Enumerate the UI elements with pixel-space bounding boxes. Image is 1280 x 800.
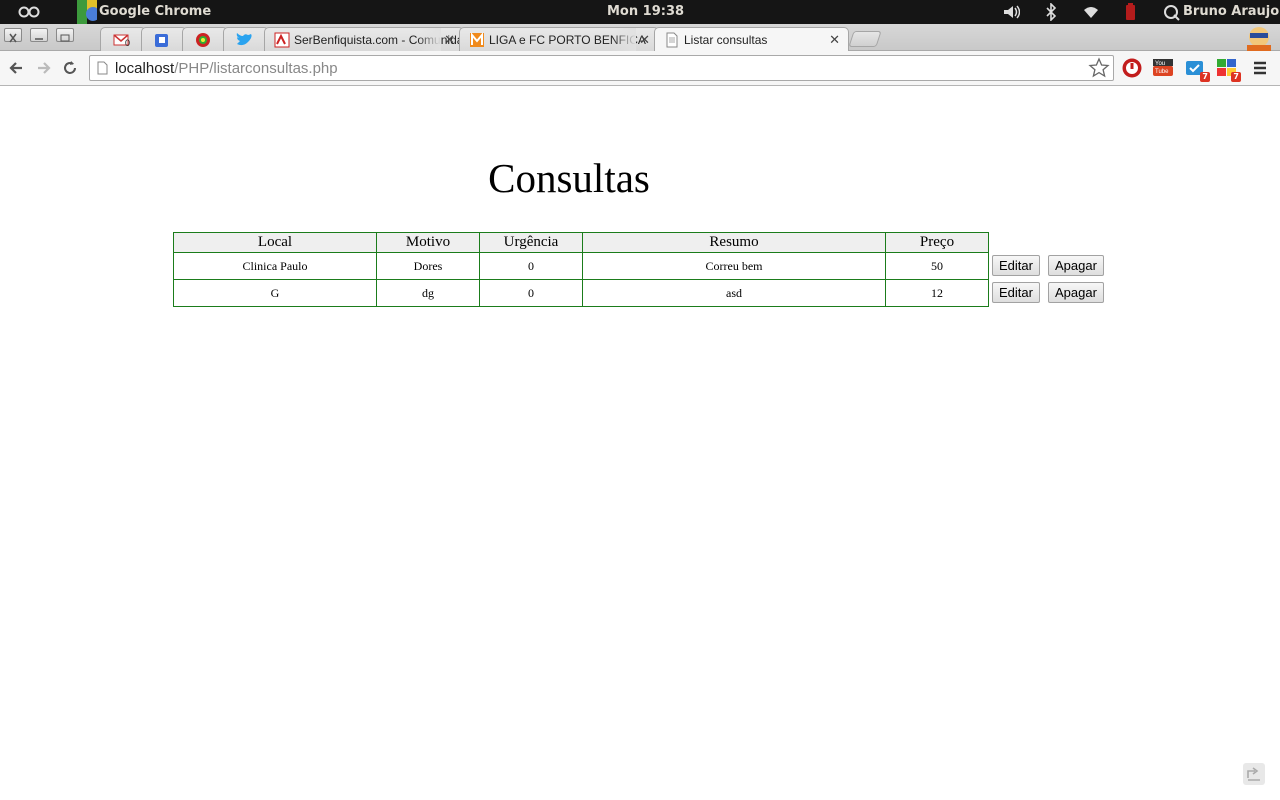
edit-button[interactable]: Editar — [992, 255, 1040, 276]
tab-title-fade — [417, 28, 441, 51]
svg-text:You: You — [1155, 61, 1165, 67]
cell-urgencia: 0 — [479, 252, 583, 280]
wifi-icon[interactable] — [1082, 3, 1100, 21]
column-header-resumo: Resumo — [582, 232, 886, 253]
close-icon — [9, 33, 17, 43]
cell-urgencia: 0 — [479, 279, 583, 307]
checker-extension[interactable]: 7 — [1185, 57, 1210, 82]
tab-serbenfiquista[interactable]: SerBenfiquista.com - Comunidade ✕ — [264, 27, 464, 51]
page-content: Consultas Local Motivo Urgência Resumo P… — [0, 86, 1280, 800]
grid-extension[interactable]: 7 — [1216, 57, 1241, 82]
url-host: localhost — [115, 60, 175, 77]
tab-google-plus[interactable] — [141, 27, 187, 51]
tab-gmail[interactable]: 0 — [100, 27, 146, 51]
cell-local: Clinica Paulo — [173, 252, 377, 280]
tab-liga[interactable]: LIGA e FC PORTO BENFICA ✕ — [459, 27, 659, 51]
benfica-icon — [196, 33, 210, 47]
chrome-app-icon — [77, 0, 97, 24]
extension-badge: 7 — [1231, 72, 1241, 82]
restore-icon — [60, 34, 70, 42]
gmail-unread-count: 0 — [125, 38, 131, 48]
system-top-panel: Google Chrome Mon 19:38 Bruno Araujo — [0, 0, 1280, 24]
table-header-row: Local Motivo Urgência Resumo Preço — [173, 232, 989, 253]
tab-close-icon[interactable]: ✕ — [639, 32, 650, 48]
cell-resumo: Correu bem — [582, 252, 886, 280]
window-minimize-button[interactable] — [30, 28, 48, 42]
user-name[interactable]: Bruno Araujo — [1183, 4, 1279, 19]
delete-button[interactable]: Apagar — [1048, 255, 1104, 276]
cell-motivo: dg — [376, 279, 480, 307]
svg-text:Tube: Tube — [1155, 69, 1169, 75]
minimize-icon — [35, 38, 43, 40]
tab-title-fade — [612, 28, 636, 51]
new-tab-button[interactable] — [848, 31, 882, 47]
reload-icon[interactable] — [59, 57, 81, 79]
tab-strip: 0 SerBenfiquista.com - Comunidade ✕ LIGA… — [0, 24, 1280, 52]
table-row: Clinica Paulo Dores 0 Correu bem 50 — [173, 252, 989, 280]
tab-benfica[interactable] — [182, 27, 228, 51]
column-header-local: Local — [173, 232, 377, 253]
consultas-table: Local Motivo Urgência Resumo Preço Clini… — [173, 232, 989, 307]
extension-badge: 7 — [1200, 72, 1210, 82]
tab-title: Listar consultas — [684, 33, 768, 47]
cell-preco: 12 — [885, 279, 989, 307]
ubuntu-menu-icon[interactable] — [18, 6, 40, 18]
battery-icon[interactable] — [1121, 3, 1139, 21]
page-icon — [97, 61, 108, 75]
clock[interactable]: Mon 19:38 — [607, 4, 684, 19]
edit-button[interactable]: Editar — [992, 282, 1040, 303]
profile-avatar-icon[interactable] — [1243, 24, 1275, 51]
serbenfiquista-icon — [274, 32, 290, 48]
back-arrow-icon[interactable] — [6, 57, 28, 79]
youtube-extension-icon[interactable]: You Tube — [1152, 57, 1174, 79]
volume-icon[interactable] — [1002, 3, 1020, 21]
window-restore-button[interactable] — [56, 28, 74, 42]
browser-toolbar: localhost/PHP/listarconsultas.php You Tu… — [0, 51, 1280, 86]
url-path: /PHP/listarconsultas.php — [174, 60, 338, 77]
address-bar[interactable]: localhost/PHP/listarconsultas.php — [89, 55, 1114, 81]
menu-icon[interactable] — [1249, 57, 1271, 79]
cell-local: G — [173, 279, 377, 307]
table-row: G dg 0 asd 12 — [173, 279, 989, 307]
maisfutebol-icon — [470, 32, 484, 47]
tab-listar-consultas[interactable]: Listar consultas ✕ — [654, 27, 849, 52]
share-icon[interactable] — [1242, 762, 1266, 786]
delete-button[interactable]: Apagar — [1048, 282, 1104, 303]
page-title: Consultas — [488, 155, 650, 201]
tab-close-icon[interactable]: ✕ — [829, 32, 840, 48]
column-header-urgencia: Urgência — [479, 232, 583, 253]
active-app-name: Google Chrome — [99, 4, 212, 19]
adblock-extension-icon[interactable] — [1121, 57, 1143, 79]
url-text[interactable]: localhost/PHP/listarconsultas.php — [115, 60, 338, 77]
google-plus-icon — [155, 34, 168, 47]
tab-twitter[interactable] — [223, 27, 269, 51]
cell-preco: 50 — [885, 252, 989, 280]
tab-close-icon[interactable]: ✕ — [444, 32, 455, 48]
cell-motivo: Dores — [376, 252, 480, 280]
forward-arrow-icon[interactable] — [32, 57, 54, 79]
window-close-button[interactable] — [4, 28, 22, 43]
column-header-motivo: Motivo — [376, 232, 480, 253]
page-icon — [666, 32, 678, 48]
session-icon[interactable] — [1163, 3, 1181, 21]
cell-resumo: asd — [582, 279, 886, 307]
bookmark-star-icon[interactable] — [1088, 57, 1110, 79]
twitter-icon — [236, 33, 252, 46]
column-header-preco: Preço — [885, 232, 989, 253]
bluetooth-icon[interactable] — [1042, 3, 1060, 21]
